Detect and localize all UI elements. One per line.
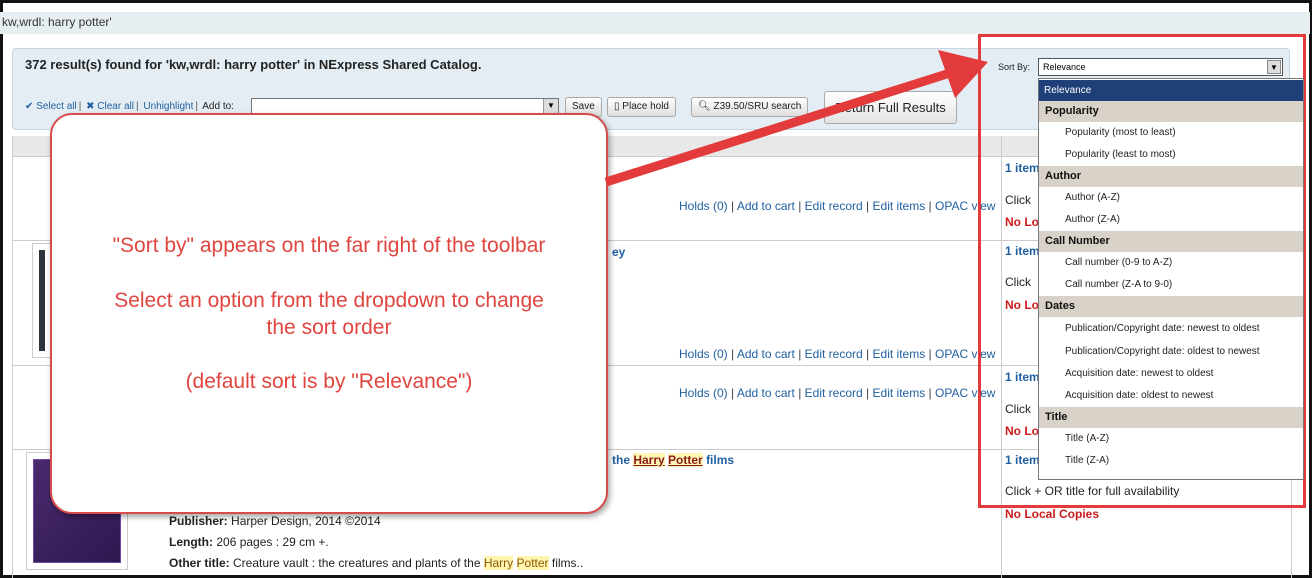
publisher-value: Harper Design, 2014 ©2014 bbox=[231, 514, 381, 528]
separator: | bbox=[928, 386, 932, 400]
add-to-label: Add to: bbox=[202, 101, 234, 112]
separator: | bbox=[798, 347, 802, 361]
cover-thumbnail[interactable] bbox=[32, 243, 52, 358]
record-actions: Holds (0) | Add to cart | Edit record | … bbox=[679, 199, 995, 213]
sort-option[interactable]: Relevance bbox=[1039, 80, 1303, 101]
record-actions: Holds (0) | Add to cart | Edit record | … bbox=[679, 347, 995, 361]
unhighlight-link[interactable]: Unhighlight bbox=[143, 101, 193, 112]
separator: | bbox=[928, 199, 932, 213]
separator: | bbox=[798, 199, 802, 213]
other-title-text: films.. bbox=[551, 556, 584, 570]
title-suffix: films bbox=[706, 453, 735, 467]
length-label: Length: bbox=[169, 535, 213, 549]
separator: | bbox=[866, 199, 870, 213]
sort-option[interactable]: Author (Z-A) bbox=[1039, 209, 1303, 231]
edit-items-link[interactable]: Edit items bbox=[873, 347, 926, 361]
place-hold-label: Place hold bbox=[622, 101, 669, 112]
publisher-label: Publisher: bbox=[169, 514, 228, 528]
add-to-cart-link[interactable]: Add to cart bbox=[737, 386, 795, 400]
holds-link[interactable]: Holds (0) bbox=[679, 199, 728, 213]
publisher-line: Publisher: Harper Design, 2014 ©2014 bbox=[169, 514, 381, 528]
select-all-link[interactable]: ✔ Select all bbox=[25, 101, 77, 112]
sort-option[interactable]: Call number (0-9 to A-Z) bbox=[1039, 252, 1303, 274]
callout-line: the sort order bbox=[266, 316, 392, 339]
separator: | bbox=[78, 101, 82, 112]
sort-option[interactable]: Publication/Copyright date: oldest to ne… bbox=[1039, 340, 1303, 363]
callout-line: (default sort is by "Relevance") bbox=[185, 370, 473, 393]
search-icon: 🔍︎ bbox=[698, 101, 711, 112]
sort-option[interactable]: Popularity (most to least) bbox=[1039, 122, 1303, 144]
highlighted-term: Harry bbox=[483, 556, 514, 570]
sort-option[interactable]: Acquisition date: oldest to newest bbox=[1039, 385, 1303, 407]
length-line: Length: 206 pages : 29 cm +. bbox=[169, 535, 329, 549]
edit-record-link[interactable]: Edit record bbox=[805, 347, 863, 361]
edit-items-link[interactable]: Edit items bbox=[873, 386, 926, 400]
sort-option[interactable]: Title (A-Z) bbox=[1039, 428, 1303, 450]
length-value: 206 pages : 29 cm +. bbox=[216, 535, 329, 549]
separator: | bbox=[928, 347, 932, 361]
title-prefix: the bbox=[612, 453, 630, 467]
selection-links: ✔ Select all | ✖ Clear all | Unhighlight | … bbox=[25, 101, 236, 112]
add-to-cart-link[interactable]: Add to cart bbox=[737, 199, 795, 213]
sort-group-header: Popularity bbox=[1039, 101, 1303, 122]
separator: | bbox=[866, 347, 870, 361]
highlighted-term: Potter bbox=[516, 556, 549, 570]
separator: | bbox=[798, 386, 802, 400]
sort-option[interactable]: Popularity (least to most) bbox=[1039, 144, 1303, 166]
sort-option[interactable]: Title (Z-A) bbox=[1039, 450, 1303, 472]
edit-record-link[interactable]: Edit record bbox=[805, 199, 863, 213]
sort-group-header: Call Number bbox=[1039, 231, 1303, 252]
add-to-cart-link[interactable]: Add to cart bbox=[737, 347, 795, 361]
sort-option[interactable]: Author (A-Z) bbox=[1039, 187, 1303, 209]
sort-by-dropdown-list: Relevance Popularity Popularity (most to l… bbox=[1038, 78, 1304, 480]
sort-option[interactable]: Acquisition date: newest to oldest bbox=[1039, 363, 1303, 385]
callout-line: Select an option from the dropdown to ch… bbox=[114, 289, 544, 312]
document-icon: ▯ bbox=[614, 101, 620, 112]
place-hold-button[interactable]: ▯ Place hold bbox=[607, 97, 676, 117]
sort-group-header: Author bbox=[1039, 166, 1303, 187]
other-title-line: Other title: Creature vault : the creatu… bbox=[169, 556, 583, 570]
results-count-heading: 372 result(s) found for 'kw,wrdl: harry … bbox=[25, 57, 482, 72]
highlighted-term: Harry bbox=[633, 453, 665, 467]
holds-link[interactable]: Holds (0) bbox=[679, 347, 728, 361]
record-title-link[interactable]: the Harry Potter films bbox=[612, 453, 734, 467]
edit-record-link[interactable]: Edit record bbox=[805, 386, 863, 400]
sort-group-header: Dates bbox=[1039, 296, 1303, 317]
other-title-label: Other title: bbox=[169, 556, 230, 570]
record-actions: Holds (0) | Add to cart | Edit record | … bbox=[679, 386, 995, 400]
z3950-search-button[interactable]: 🔍︎ Z39.50/SRU search bbox=[691, 97, 809, 117]
sort-group-header: Title bbox=[1039, 407, 1303, 428]
edit-items-link[interactable]: Edit items bbox=[873, 199, 926, 213]
separator: | bbox=[731, 386, 735, 400]
separator: | bbox=[866, 386, 870, 400]
holds-link[interactable]: Holds (0) bbox=[679, 386, 728, 400]
search-breadcrumb: kw,wrdl: harry potter' bbox=[0, 12, 1310, 34]
record-title-tail[interactable]: ey bbox=[612, 245, 625, 259]
cover-image bbox=[39, 250, 45, 351]
separator: | bbox=[731, 199, 735, 213]
chevron-down-icon: ▼ bbox=[543, 99, 558, 113]
return-full-results-button[interactable]: Return Full Results bbox=[824, 91, 957, 124]
sort-option[interactable]: Publication/Copyright date: newest to ol… bbox=[1039, 317, 1303, 340]
callout-line: "Sort by" appears on the far right of th… bbox=[112, 234, 546, 257]
separator: | bbox=[731, 347, 735, 361]
add-to-list-select[interactable]: ▼ bbox=[251, 98, 559, 114]
sort-option[interactable]: Call number (Z-A to 9-0) bbox=[1039, 274, 1303, 296]
separator: | bbox=[195, 101, 199, 112]
no-local-copies: No Local Copies bbox=[1005, 507, 1100, 521]
other-title-text: Creature vault : the creatures and plant… bbox=[233, 556, 481, 570]
z3950-search-label: Z39.50/SRU search bbox=[713, 101, 802, 112]
highlighted-term: Potter bbox=[668, 453, 703, 467]
separator: | bbox=[135, 101, 139, 112]
clear-all-link[interactable]: ✖ Clear all bbox=[86, 101, 134, 112]
annotation-callout: "Sort by" appears on the far right of th… bbox=[50, 113, 608, 514]
